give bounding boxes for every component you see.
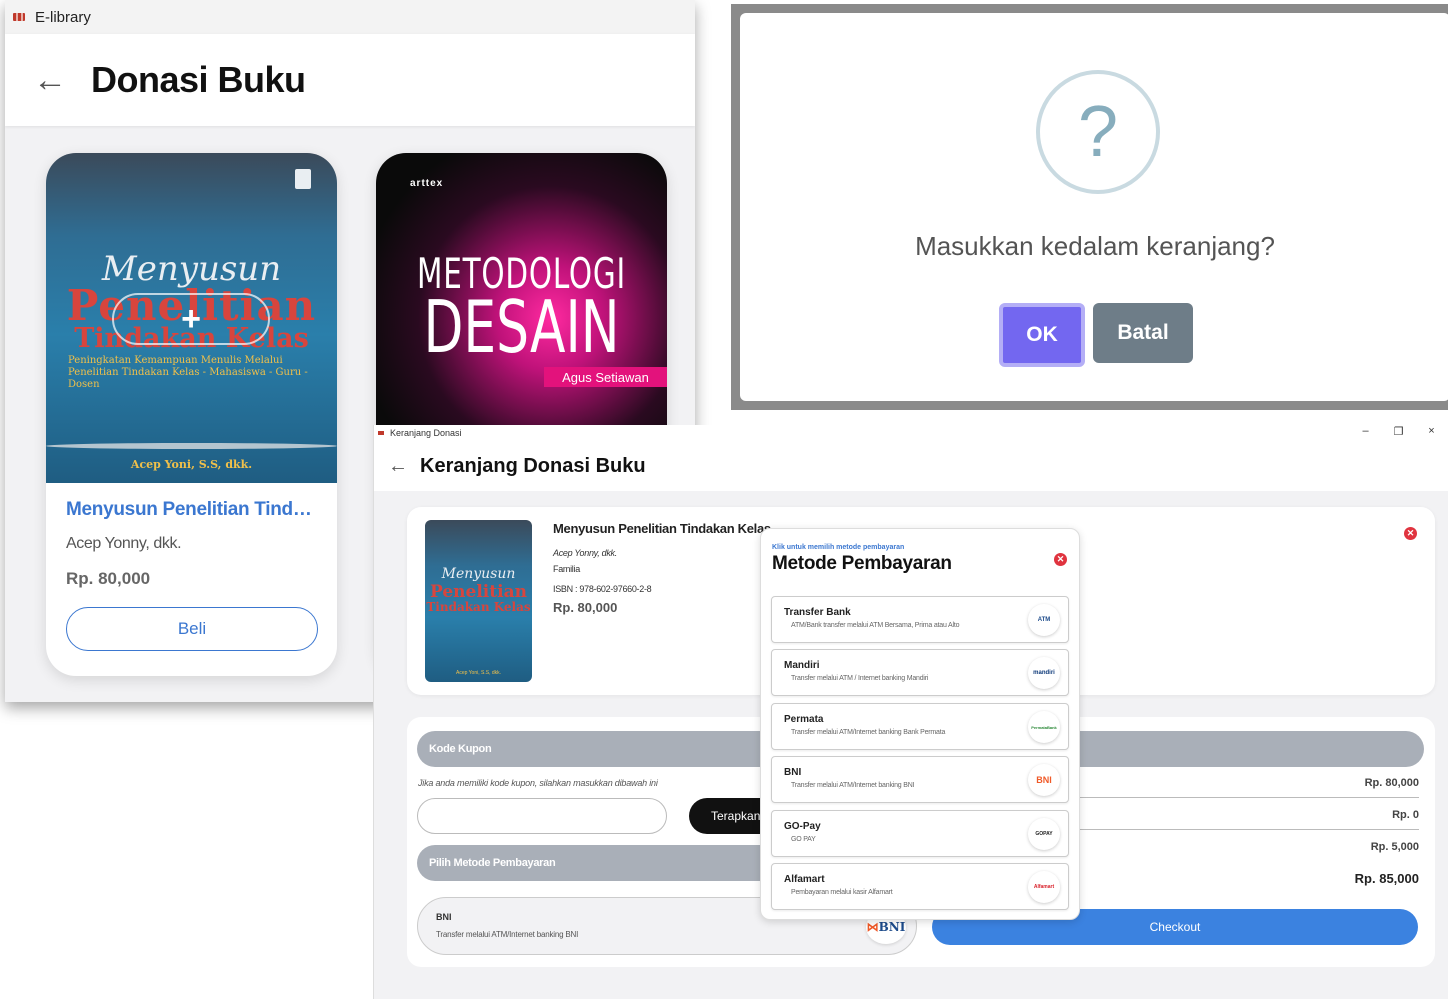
back-arrow-icon[interactable]: ←: [33, 63, 67, 97]
cover-author: Agus Setiawan: [544, 367, 667, 387]
payment-option-bni[interactable]: BNI Transfer melalui ATM/Internet bankin…: [771, 756, 1069, 803]
option-name: BNI: [784, 767, 802, 778]
ok-button[interactable]: OK: [999, 303, 1085, 367]
confirm-dialog: ? Masukkan kedalam keranjang? OK Batal: [740, 13, 1448, 401]
restore-icon[interactable]: ❐: [1382, 425, 1415, 438]
question-icon: ?: [1036, 70, 1160, 194]
cart-item-price: Rp. 80,000: [553, 600, 618, 615]
cart-titlebar: Keranjang Donasi – ❐ ×: [374, 425, 1448, 441]
option-name: Permata: [784, 714, 824, 725]
cover-author: Acep Yoni, S.S, dkk.: [130, 458, 253, 471]
payment-method-modal: Klik untuk memilih metode pembayaran Met…: [760, 528, 1080, 920]
page-title: Donasi Buku: [91, 59, 306, 100]
option-name: Mandiri: [784, 660, 820, 671]
payment-option-permata[interactable]: Permata Transfer melalui ATM/Internet ba…: [771, 703, 1069, 750]
atm-logo-icon: ATM: [1028, 604, 1060, 636]
option-desc: Pembayaran melalui kasir Alfamart: [791, 889, 893, 896]
thumb-text: Tindakan Kelas: [426, 600, 531, 614]
option-desc: GO PAY: [791, 836, 816, 843]
app-icon: [378, 431, 384, 435]
cover-decoration: [46, 443, 337, 449]
close-icon[interactable]: ×: [1415, 425, 1448, 438]
summary-fee: Rp. 5,000: [1370, 841, 1419, 853]
elibrary-titlebar: E-library: [5, 0, 695, 34]
option-name: Alfamart: [784, 874, 825, 885]
cart-item-thumbnail: Menyusun Penelitian Tindakan Kelas Acep …: [425, 520, 532, 682]
gopay-logo-icon: GOPAY: [1028, 818, 1060, 850]
page-header: ← Donasi Buku: [5, 34, 695, 126]
option-desc: Transfer melalui ATM / Internet banking …: [791, 675, 929, 682]
payment-option-transfer-bank[interactable]: Transfer Bank ATM/Bank transfer melalui …: [771, 596, 1069, 643]
option-desc: Transfer melalui ATM/Internet banking Ba…: [791, 729, 946, 736]
cover-text: DESAIN: [423, 285, 620, 369]
selected-payment-desc: Transfer melalui ATM/Internet banking BN…: [436, 930, 579, 939]
payment-option-mandiri[interactable]: Mandiri Transfer melalui ATM / Internet …: [771, 649, 1069, 696]
page-title: Keranjang Donasi Buku: [420, 454, 646, 477]
option-name: GO-Pay: [784, 821, 821, 832]
thumb-text: Penelitian: [430, 582, 527, 602]
cart-item-isbn: ISBN : 978-602-97660-2-8: [553, 584, 652, 594]
permata-logo-icon: PermataBank: [1028, 711, 1060, 743]
add-to-cart-overlay-icon[interactable]: +: [112, 293, 270, 345]
bni-logo-icon: BNI: [1028, 764, 1060, 796]
app-icon: [13, 13, 25, 21]
cover-publisher: arttex: [410, 178, 444, 189]
payment-option-alfamart[interactable]: Alfamart Pembayaran melalui kasir Alfama…: [771, 863, 1069, 910]
coupon-input[interactable]: [417, 798, 667, 834]
buy-button[interactable]: Beli: [66, 607, 318, 651]
logo-text: BNI: [878, 920, 906, 934]
alfamart-logo-icon: Alfamart: [1028, 871, 1060, 903]
minimize-icon[interactable]: –: [1349, 425, 1382, 438]
modal-title: Metode Pembayaran: [772, 553, 952, 574]
cover-subtitle: Peningkatan Kemampuan Menulis Melalui Pe…: [68, 355, 308, 390]
confirm-dialog-backdrop: ? Masukkan kedalam keranjang? OK Batal: [731, 4, 1448, 410]
cart-item-publisher: Familia: [553, 564, 580, 574]
window-title: E-library: [35, 8, 91, 26]
book-info: Menyusun Penelitian Tindak... Acep Yonny…: [46, 483, 337, 667]
thumb-author: Acep Yoni, S.S, dkk.: [455, 670, 502, 676]
thumb-text: Menyusun: [441, 566, 516, 582]
summary-total: Rp. 85,000: [1354, 871, 1419, 886]
selected-payment-name: BNI: [436, 912, 452, 922]
back-arrow-icon[interactable]: ←: [388, 455, 408, 478]
cart-item-author: Acep Yonny, dkk.: [553, 548, 617, 558]
modal-caption: Klik untuk memilih metode pembayaran: [772, 544, 905, 551]
option-desc: ATM/Bank transfer melalui ATM Bersama, P…: [791, 622, 960, 629]
page-header: ← Keranjang Donasi Buku: [374, 441, 1448, 491]
bookmark-icon: [295, 169, 311, 189]
book-cover-image: Menyusun Penelitian Tindakan Kelas + Pen…: [46, 153, 337, 483]
book-author: Acep Yonny, dkk.: [66, 535, 182, 552]
book-title[interactable]: Menyusun Penelitian Tindak...: [66, 499, 317, 521]
summary-discount: Rp. 0: [1049, 809, 1419, 830]
remove-item-icon[interactable]: ✕: [1404, 527, 1417, 540]
close-modal-icon[interactable]: ✕: [1054, 553, 1067, 566]
option-name: Transfer Bank: [784, 607, 851, 618]
summary-subtotal: Rp. 80,000: [1049, 777, 1419, 798]
option-desc: Transfer melalui ATM/Internet banking BN…: [791, 782, 915, 789]
coupon-hint: Jika anda memiliki kode kupon, silahkan …: [418, 778, 658, 788]
dialog-message: Masukkan kedalam keranjang?: [915, 231, 1275, 261]
book-price: Rp. 80,000: [66, 569, 151, 588]
payment-option-gopay[interactable]: GO-Pay GO PAY GOPAY: [771, 810, 1069, 857]
window-title: Keranjang Donasi: [390, 428, 462, 438]
window-controls: – ❐ ×: [1349, 425, 1448, 438]
book-card[interactable]: Menyusun Penelitian Tindakan Kelas + Pen…: [46, 153, 337, 676]
book-cover-image: arttex METODOLOGI DESAIN Agus Setiawan: [376, 153, 667, 453]
cancel-button[interactable]: Batal: [1093, 303, 1193, 363]
cart-item-title: Menyusun Penelitian Tindakan Kelas: [553, 521, 771, 536]
cart-item-info: Menyusun Penelitian Tindakan Kelas Acep …: [553, 521, 771, 615]
mandiri-logo-icon: mandiri: [1028, 657, 1060, 689]
